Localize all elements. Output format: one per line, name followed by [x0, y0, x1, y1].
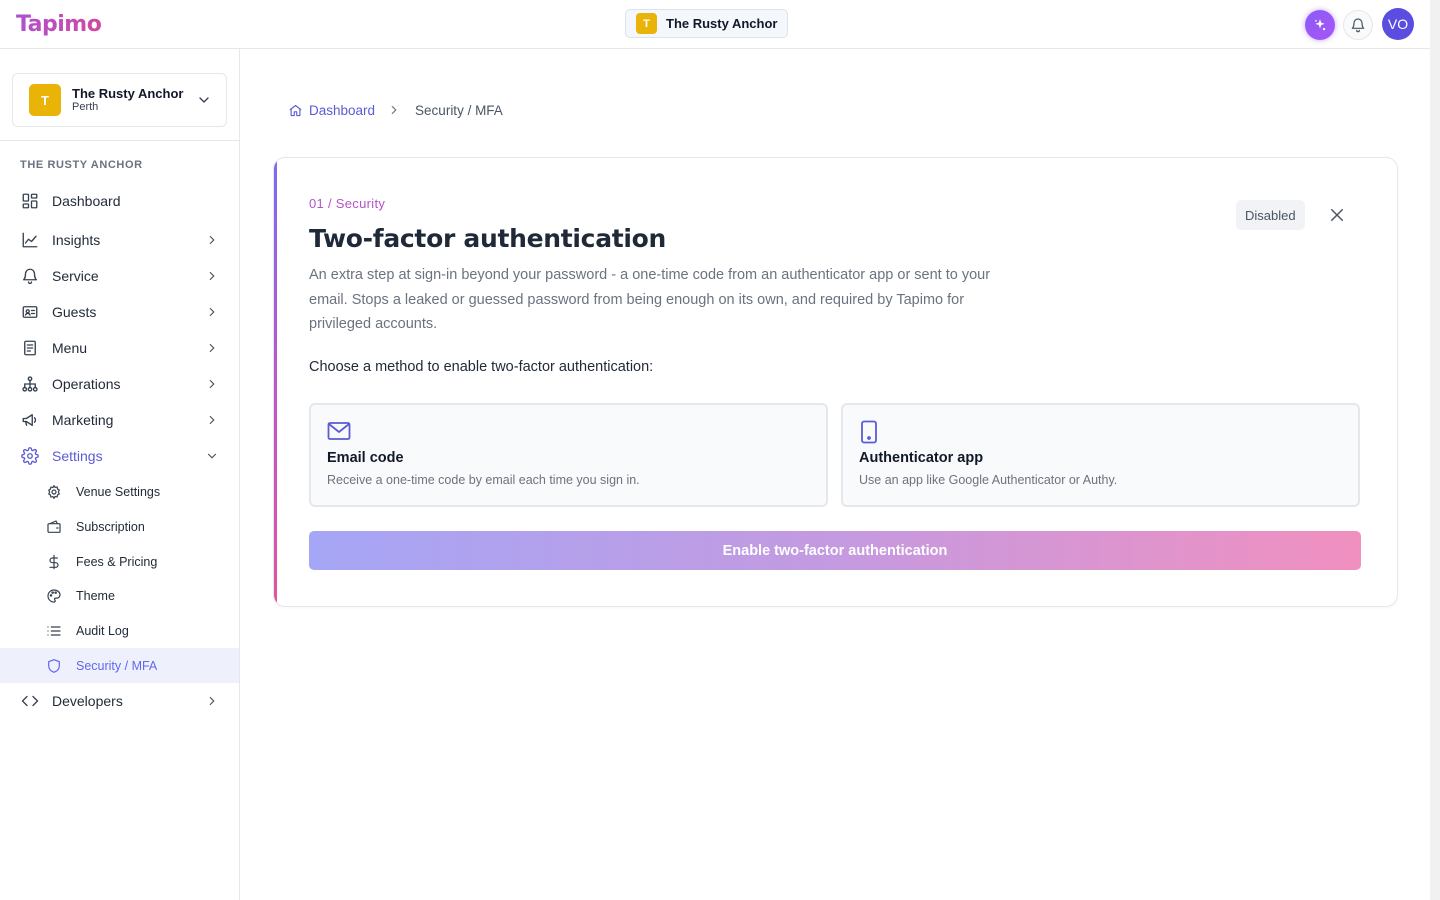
gear-icon [20, 446, 40, 466]
dollar-icon [45, 553, 63, 571]
breadcrumb: Dashboard Security / MFA [288, 100, 503, 120]
venue-card-initial-icon: T [29, 84, 61, 116]
sidebar-subitem-label: Fees & Pricing [76, 554, 158, 569]
chevron-right-icon [209, 379, 215, 389]
venue-initial-icon: T [636, 13, 657, 34]
sidebar-item-marketing[interactable]: Marketing [0, 402, 239, 438]
sidebar-item-guests[interactable]: Guests [0, 294, 239, 330]
sidebar-item-label: Menu [52, 340, 88, 356]
chevron-right-icon [209, 235, 215, 245]
sidebar-item-label: Operations [52, 376, 121, 392]
sidebar-subitem-security-mfa[interactable]: Security / MFA [0, 648, 239, 683]
sidebar-item-developers[interactable]: Developers [0, 683, 239, 719]
sidebar-subitem-label: Venue Settings [76, 484, 161, 499]
method-option-email[interactable]: Email code Receive a one-time code by em… [309, 403, 828, 507]
chevron-down-icon [199, 97, 209, 103]
sidebar-section-label: THE RUSTY ANCHOR [20, 159, 143, 171]
bell-icon [20, 266, 40, 286]
home-icon [289, 104, 302, 116]
venue-card-text: The Rusty Anchor Perth [72, 86, 183, 114]
sidebar-item-settings[interactable]: Settings [0, 438, 239, 474]
phone-icon [859, 420, 879, 449]
top-bar: Tapimo T The Rusty Anchor VO [0, 0, 1430, 49]
sidebar-subitem-theme[interactable]: Theme [0, 578, 239, 613]
close-icon [1331, 209, 1343, 221]
breadcrumb-current: Security / MFA [415, 102, 503, 118]
notifications-button[interactable] [1343, 10, 1373, 40]
wallet-icon [45, 518, 63, 536]
chevron-right-icon [209, 415, 215, 425]
card-description: An extra step at sign-in beyond your pas… [309, 267, 991, 332]
envelope-icon [327, 420, 351, 447]
document-icon [20, 338, 40, 358]
sidebar-item-label: Marketing [52, 412, 114, 428]
palette-icon [45, 587, 63, 605]
sidebar-item-label: Insights [52, 232, 101, 248]
ai-assistant-button[interactable] [1305, 10, 1335, 40]
method-title: Authenticator app [859, 450, 984, 466]
method-title: Email code [327, 450, 404, 466]
sparkles-icon [1315, 19, 1326, 31]
chevron-right-icon [209, 343, 215, 353]
sidebar-item-menu[interactable]: Menu [0, 330, 239, 366]
chevron-right-icon [209, 271, 215, 281]
sidebar-item-label: Settings [52, 448, 103, 464]
sidebar-subitem-audit-log[interactable]: Audit Log [0, 613, 239, 648]
window-scrollbar[interactable] [1430, 0, 1440, 900]
sidebar-subitem-label: Theme [76, 588, 115, 603]
choose-method-label: Choose a method to enable two-factor aut… [309, 359, 654, 375]
enable-2fa-button[interactable]: Enable two-factor authentication [309, 531, 1361, 570]
chevron-right-icon [209, 696, 215, 706]
method-description: Use an app like Google Authenticator or … [859, 473, 1118, 487]
breadcrumb-home-label: Dashboard [309, 102, 376, 118]
sidebar-subitem-fees-pricing[interactable]: Fees & Pricing [0, 544, 239, 579]
sidebar-divider [0, 140, 239, 141]
venue-card-city: Perth [72, 101, 99, 113]
sidebar-item-label: Dashboard [52, 193, 121, 209]
tapimo-logo[interactable]: Tapimo [16, 9, 102, 39]
page-title: Two-factor authentication [309, 224, 667, 253]
close-button[interactable] [1326, 204, 1348, 226]
sitemap-icon [20, 374, 40, 394]
user-avatar[interactable]: VO [1382, 8, 1414, 40]
breadcrumb-separator [387, 103, 401, 117]
logo-text: Tapimo [16, 11, 102, 37]
sidebar-item-label: Service [52, 268, 99, 284]
card-eyebrow: 01 / Security [309, 196, 386, 211]
sidebar-subitem-subscription[interactable]: Subscription [0, 509, 239, 544]
list-icon [45, 622, 63, 640]
sidebar-subitem-venue-settings[interactable]: Venue Settings [0, 474, 239, 509]
sidebar-item-insights[interactable]: Insights [0, 222, 239, 258]
venue-card-name: The Rusty Anchor [72, 86, 184, 101]
card-accent-bar [274, 158, 277, 606]
venue-switcher-pill[interactable]: T The Rusty Anchor [625, 9, 789, 38]
chart-line-icon [20, 230, 40, 250]
dashboard-icon [20, 191, 40, 211]
sidebar-item-dashboard[interactable]: Dashboard [0, 183, 239, 219]
gear-icon [45, 483, 63, 501]
sidebar-item-service[interactable]: Service [0, 258, 239, 294]
code-icon [20, 691, 40, 711]
two-factor-card: 01 / Security Two-factor authentication … [273, 157, 1398, 607]
status-badge: Disabled [1236, 200, 1305, 230]
chevron-right-icon [209, 307, 215, 317]
sidebar-subitem-label: Subscription [76, 519, 145, 534]
method-option-authenticator[interactable]: Authenticator app Use an app like Google… [841, 403, 1360, 507]
sidebar-item-label: Guests [52, 304, 97, 320]
sidebar-item-operations[interactable]: Operations [0, 366, 239, 402]
bell-icon [1351, 18, 1365, 33]
sidebar-subitem-label: Audit Log [76, 623, 129, 638]
breadcrumb-home-link[interactable]: Dashboard [288, 103, 375, 118]
shield-icon [45, 657, 63, 675]
id-card-icon [20, 302, 40, 322]
sidebar-item-label: Developers [52, 693, 123, 709]
sidebar: T The Rusty Anchor Perth THE RUSTY ANCHO… [0, 49, 240, 900]
chevron-down-icon [207, 453, 217, 459]
chevron-right-icon [391, 105, 397, 115]
venue-selector[interactable]: T The Rusty Anchor Perth [12, 73, 227, 127]
method-description: Receive a one-time code by email each ti… [327, 473, 640, 487]
venue-name: The Rusty Anchor [666, 16, 778, 31]
megaphone-icon [20, 410, 40, 430]
sidebar-subitem-label: Security / MFA [76, 658, 158, 673]
